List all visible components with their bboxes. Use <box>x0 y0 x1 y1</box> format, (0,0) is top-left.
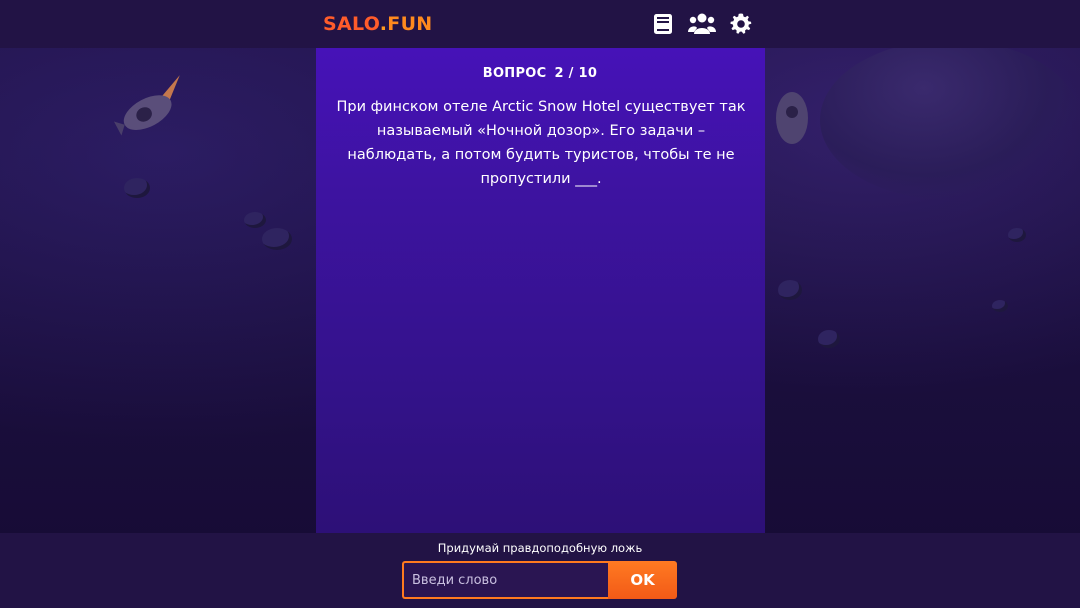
game-screen: SALO.FUN ВОПРОС 2 / 10 При финском отеле … <box>0 0 1080 608</box>
question-label: ВОПРОС <box>482 66 547 81</box>
asteroid-decoration <box>992 300 1008 312</box>
top-bar: SALO.FUN <box>0 0 1080 48</box>
answer-hint: Придумай правдоподобную ложь <box>437 541 643 555</box>
question-text: При финском отеле Arctic Snow Hotel суще… <box>336 99 746 187</box>
question-header: ВОПРОС 2 / 10 <box>0 66 1080 81</box>
site-logo[interactable]: SALO.FUN <box>323 10 433 38</box>
asteroid-decoration <box>1008 228 1026 242</box>
asteroid-decoration <box>778 280 802 300</box>
rocket-decoration-right <box>776 92 808 144</box>
asteroid-decoration <box>818 330 840 348</box>
answer-input[interactable] <box>402 561 608 599</box>
users-icon[interactable] <box>688 12 716 36</box>
asteroid-decoration <box>124 178 150 198</box>
book-icon[interactable] <box>651 12 675 36</box>
asteroid-decoration <box>262 228 292 250</box>
planet-decoration <box>820 40 1080 200</box>
logo-part1: SALO <box>323 13 380 35</box>
ok-button[interactable]: OK <box>608 561 677 599</box>
gear-icon[interactable] <box>729 12 753 36</box>
question-counter: 2 / 10 <box>554 66 598 81</box>
asteroid-decoration <box>244 212 266 228</box>
logo-part2: FUN <box>387 13 433 35</box>
